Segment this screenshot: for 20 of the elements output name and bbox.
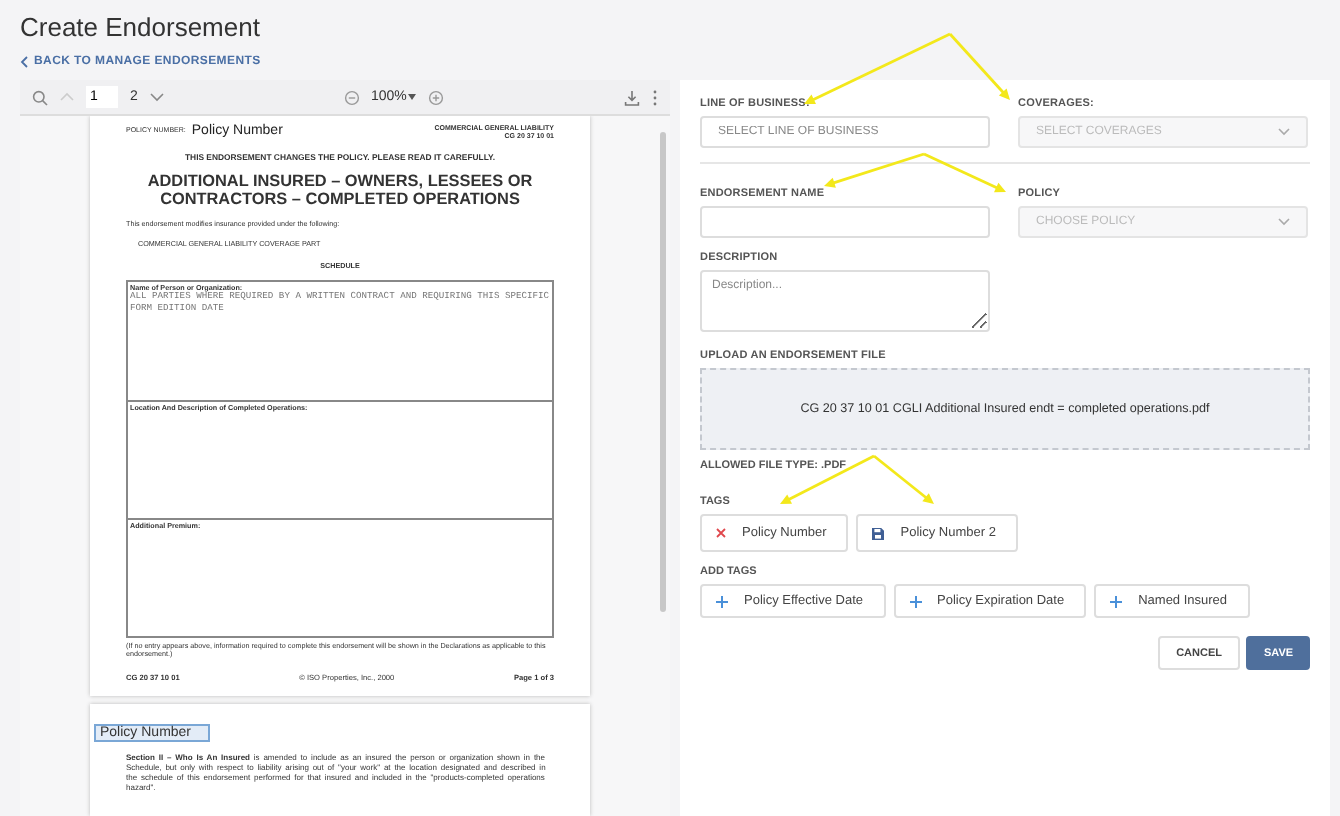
chevron-down-icon (1278, 128, 1290, 136)
zoom-in-icon[interactable] (428, 89, 445, 105)
annotation-arrow (923, 152, 1006, 193)
scrollbar[interactable] (660, 132, 666, 612)
document-title: ADDITIONAL INSURED – OWNERS, LESSEES OR CONTRACTORS – COMPLETED OPERATIONS (145, 172, 535, 208)
text-field[interactable] (700, 206, 990, 238)
chevron-left-icon (20, 56, 28, 68)
plus-icon (909, 595, 921, 607)
plus-icon (716, 595, 728, 607)
caret-down-icon[interactable] (408, 94, 417, 100)
more-icon[interactable] (652, 89, 658, 105)
chevron-down-icon (1278, 218, 1290, 226)
download-icon[interactable] (624, 89, 640, 105)
close-icon[interactable] (716, 528, 726, 538)
page-title: Create Endorsement (20, 12, 262, 42)
search-icon[interactable] (32, 89, 48, 105)
annotation-arrow (824, 152, 925, 188)
chevron-down-icon[interactable] (149, 92, 164, 102)
plus-icon (1110, 595, 1123, 607)
zoom-out-icon[interactable] (343, 89, 359, 105)
